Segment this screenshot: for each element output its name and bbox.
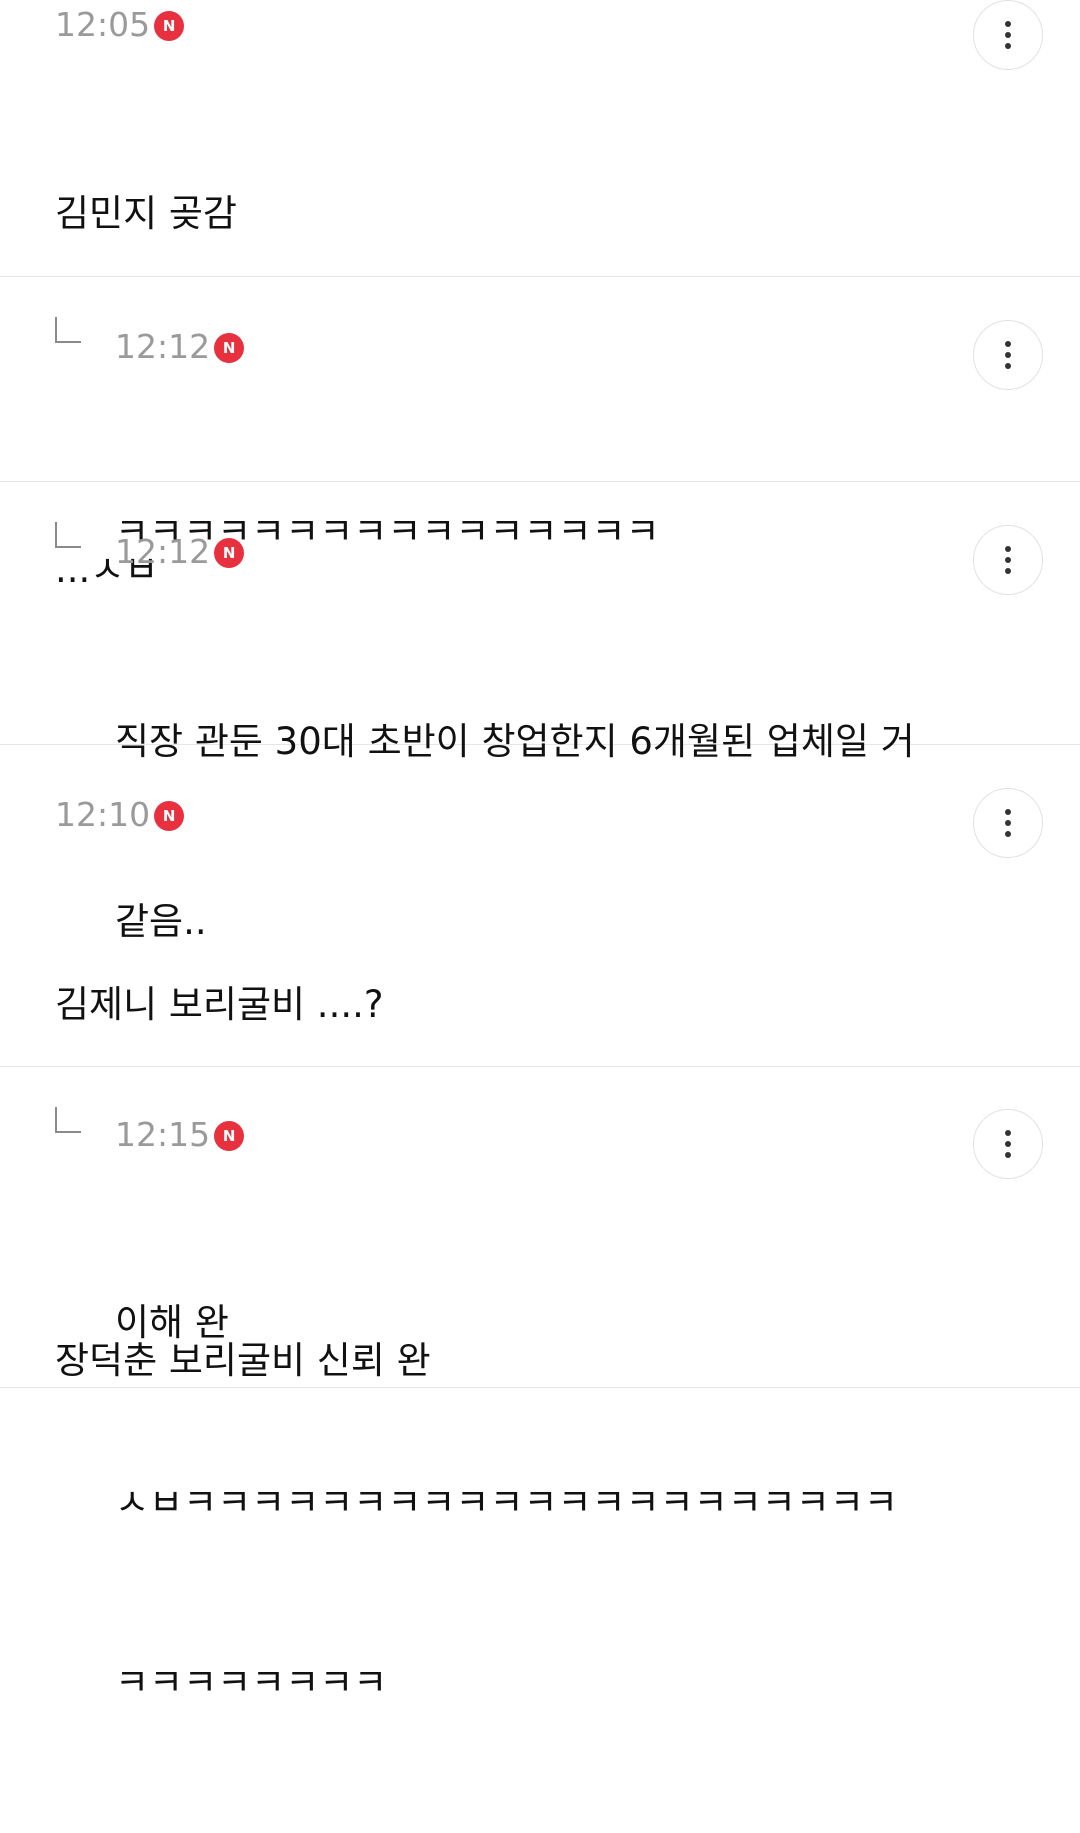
reply-arrow-icon <box>55 317 81 343</box>
more-vertical-icon <box>1005 546 1011 552</box>
new-badge: N <box>214 1120 245 1151</box>
reply-item: 12:12 N ㅋㅋㅋㅋㅋㅋㅋㅋㅋㅋㅋㅋㅋㅋㅋㅋ <box>0 277 1080 553</box>
comment-text: 이해 완 ㅅㅂㅋㅋㅋㅋㅋㅋㅋㅋㅋㅋㅋㅋㅋㅋㅋㅋㅋㅋㅋㅋㅋ ㅋㅋㅋㅋㅋㅋㅋㅋ <box>115 1173 995 1833</box>
comment-meta: 12:15 N <box>115 1115 245 1154</box>
comment-meta: 12:10 N <box>55 795 185 834</box>
comment-item: 12:10 N 김제니 보리굴비 ....? 장덕춘 보리굴비 신뢰 완 <box>0 745 1080 1382</box>
more-vertical-icon-dot <box>1005 43 1011 49</box>
more-vertical-icon-dot <box>1005 363 1011 369</box>
comment-time: 12:12 <box>115 327 211 366</box>
reply-arrow-icon <box>55 1107 81 1133</box>
more-vertical-icon-dot <box>1005 568 1011 574</box>
more-vertical-icon <box>1005 1130 1011 1136</box>
more-vertical-icon-dot <box>1005 352 1011 358</box>
comment-time: 12:12 <box>115 532 211 571</box>
more-options-button[interactable] <box>973 320 1043 390</box>
more-options-button[interactable] <box>973 0 1043 70</box>
more-vertical-icon-dot <box>1005 1152 1011 1158</box>
more-vertical-icon-dot <box>1005 831 1011 837</box>
comment-time: 12:05 <box>55 5 151 44</box>
more-vertical-icon <box>1005 341 1011 347</box>
comment-meta: 12:12 N <box>115 532 245 571</box>
new-badge: N <box>154 10 185 41</box>
comment-meta: 12:12 N <box>115 327 245 366</box>
more-vertical-icon <box>1005 809 1011 815</box>
new-badge: N <box>214 537 245 568</box>
comment-line: ㅋㅋㅋㅋㅋㅋㅋㅋ <box>115 1661 388 1704</box>
new-badge: N <box>154 800 185 831</box>
new-badge: N <box>214 332 245 363</box>
more-vertical-icon-dot <box>1005 1141 1011 1147</box>
more-options-button[interactable] <box>973 788 1043 858</box>
more-options-button[interactable] <box>973 525 1043 595</box>
more-vertical-icon-dot <box>1005 32 1011 38</box>
more-vertical-icon <box>1005 21 1011 27</box>
reply-item: 12:15 N 이해 완 ㅅㅂㅋㅋㅋㅋㅋㅋㅋㅋㅋㅋㅋㅋㅋㅋㅋㅋㅋㅋㅋㅋㅋ ㅋㅋㅋ… <box>0 1067 1080 1704</box>
comment-line: 김제니 보리굴비 ....? <box>55 983 384 1026</box>
comment-line: ㅅㅂㅋㅋㅋㅋㅋㅋㅋㅋㅋㅋㅋㅋㅋㅋㅋㅋㅋㅋㅋㅋㅋ <box>115 1481 898 1524</box>
comment-time: 12:10 <box>55 795 151 834</box>
reply-arrow-icon <box>55 522 81 548</box>
more-vertical-icon-dot <box>1005 557 1011 563</box>
comment-line: 김민지 곶감 <box>55 192 237 235</box>
reply-item: 12:12 N 직장 관둔 30대 초반이 창업한지 6개월된 업체일 거 같음… <box>0 482 1080 943</box>
more-options-button[interactable] <box>973 1109 1043 1179</box>
comment-item: 12:05 N 김민지 곶감 ...ㅅㅂ <box>0 0 1080 591</box>
comment-meta: 12:05 N <box>55 5 185 44</box>
comment-time: 12:15 <box>115 1115 211 1154</box>
more-vertical-icon-dot <box>1005 820 1011 826</box>
comment-line: 이해 완 <box>115 1301 229 1344</box>
